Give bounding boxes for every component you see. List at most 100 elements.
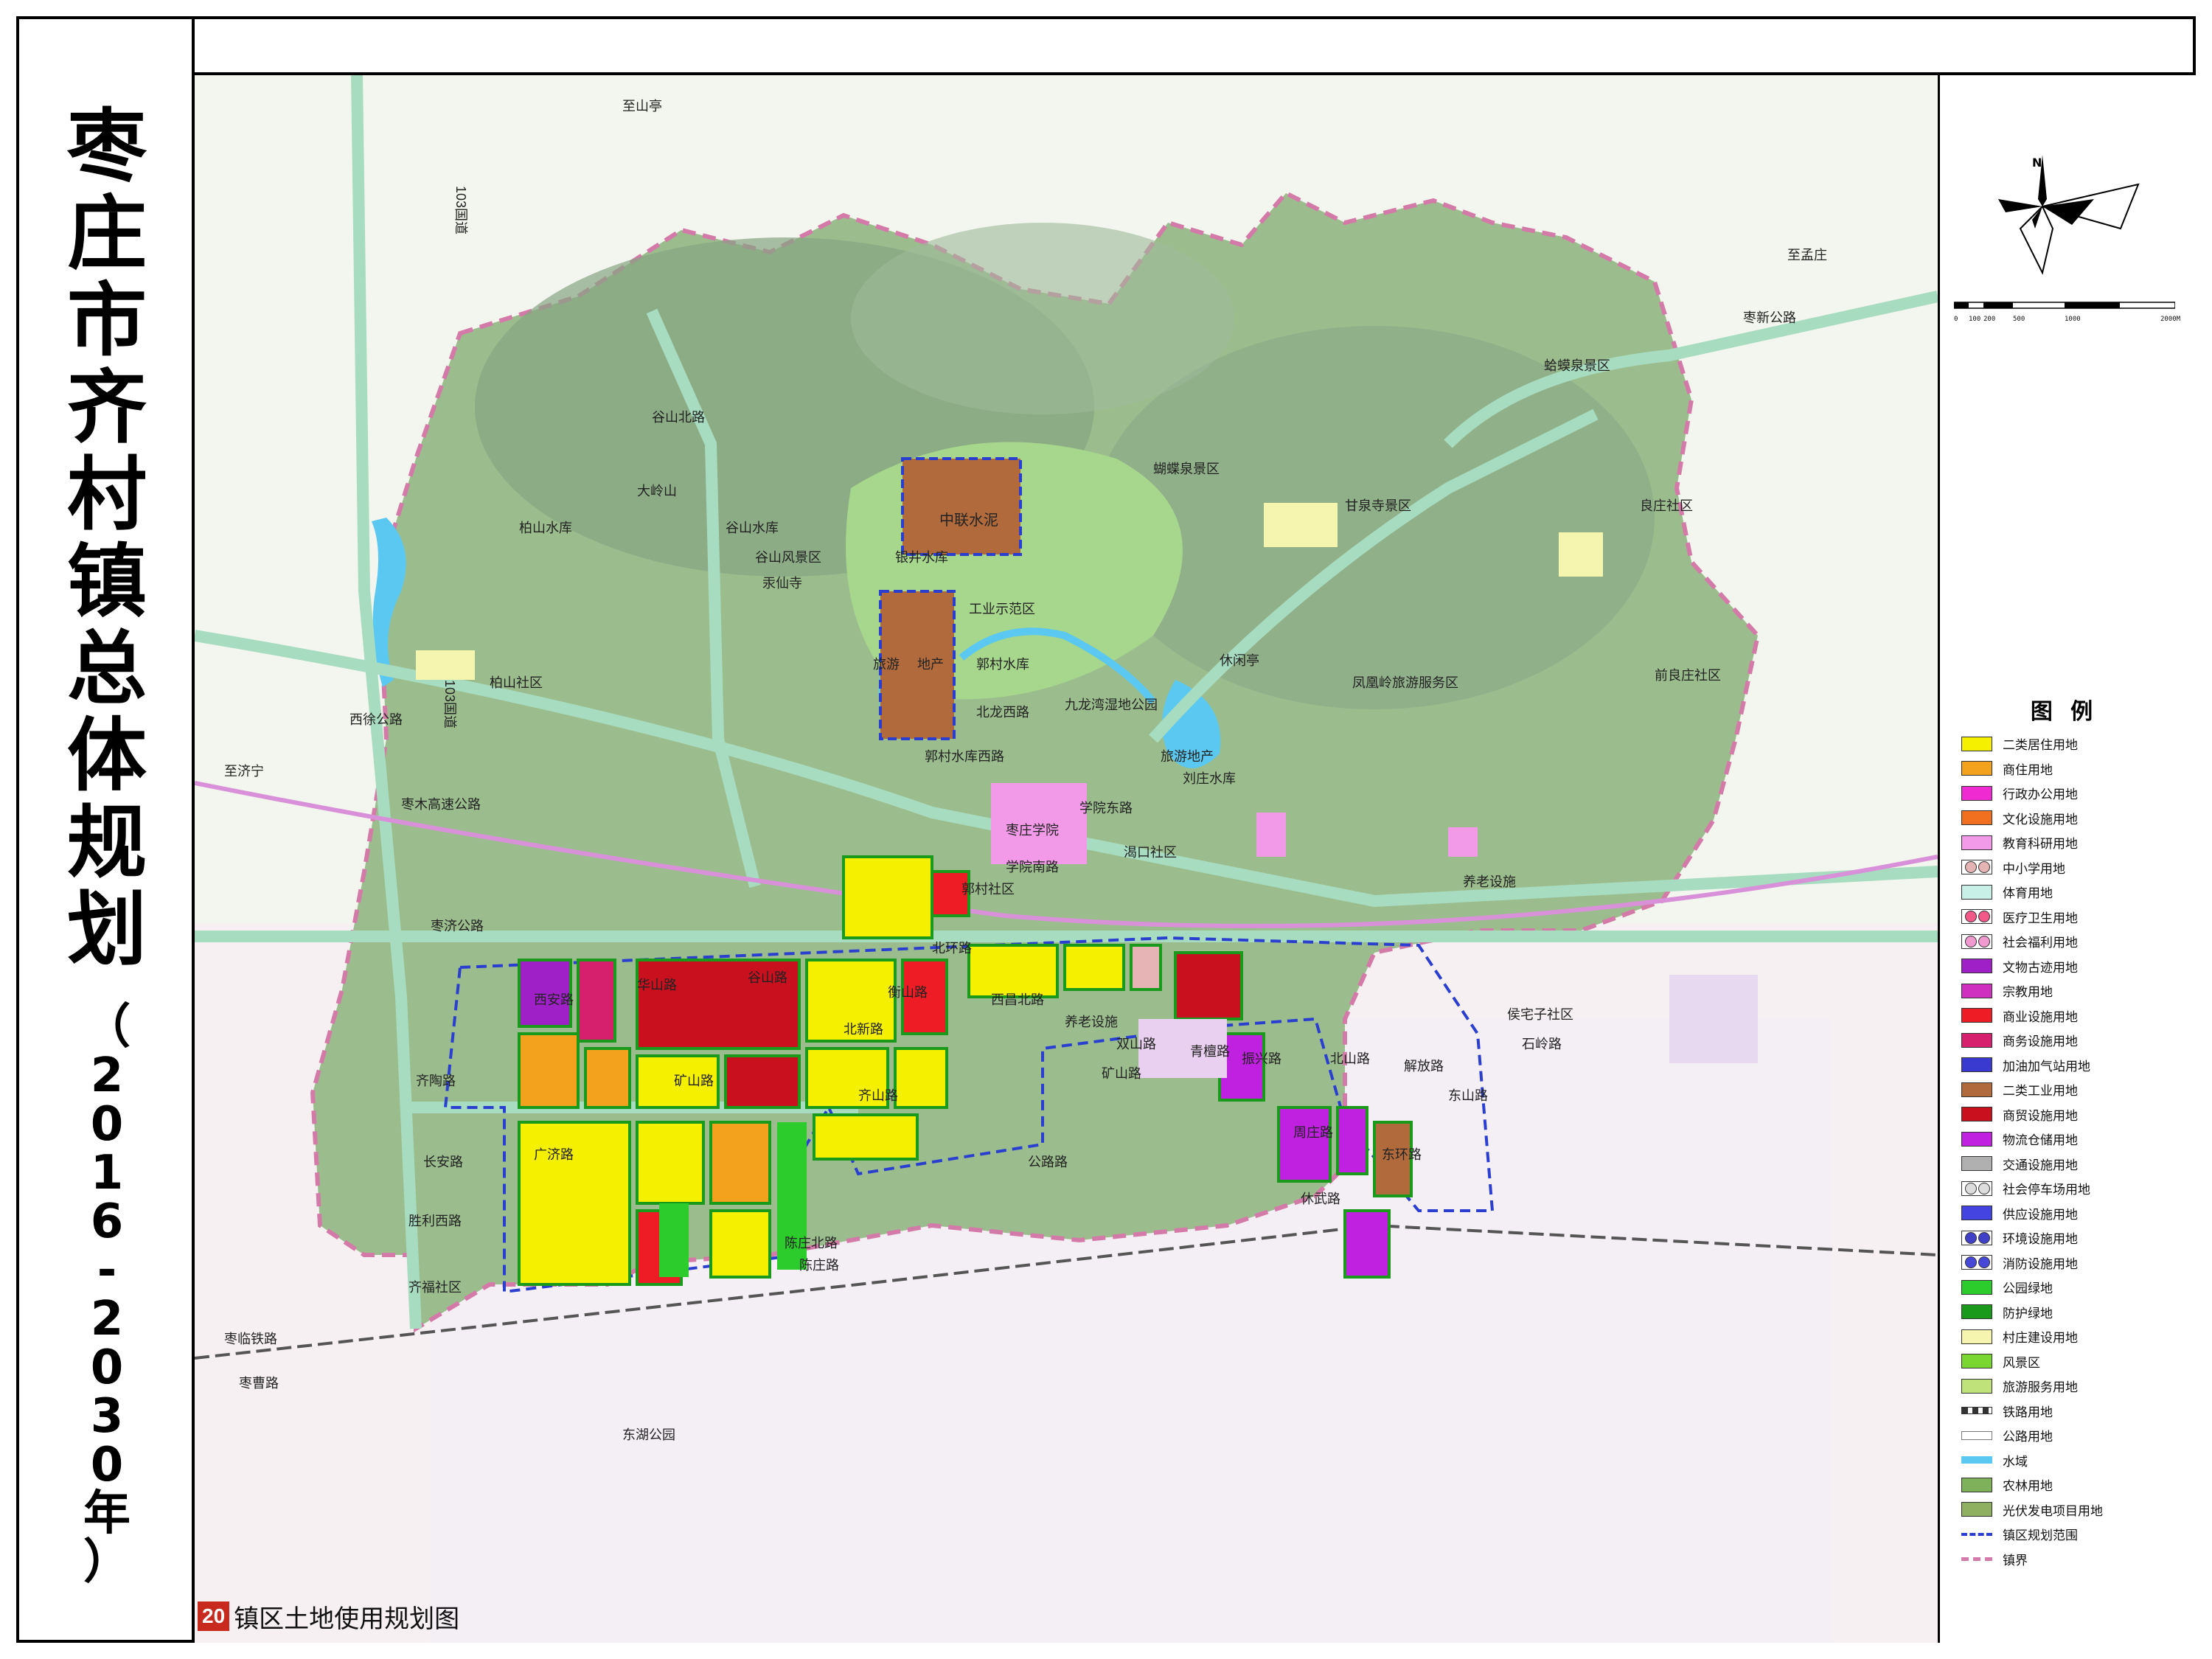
label-xianlu: 西安路	[534, 992, 574, 1007]
label-gongyeshifan: 工业示范区	[969, 602, 1035, 616]
title-char: 庄	[66, 187, 147, 280]
label-hengshanlu: 衡山路	[888, 985, 928, 1000]
title-char: 总	[66, 622, 147, 715]
figure-title: 镇区土地使用规划图	[234, 1604, 460, 1633]
years-char: 6	[90, 1194, 124, 1249]
legend-item: 二类居住用地	[1961, 731, 2183, 757]
title-char: 镇	[66, 535, 147, 628]
legend-item: 行政办公用地	[1961, 781, 2183, 806]
legend-item: 医疗卫生用地	[1961, 905, 2183, 930]
legend-swatch	[1961, 1255, 1992, 1270]
label-qifushequ: 齐福社区	[408, 1280, 462, 1295]
label-shenglixilu: 胜利西路	[408, 1214, 462, 1228]
label-zhonglian: 中联水泥	[939, 512, 998, 529]
legend-item: 商贸设施用地	[1961, 1102, 2183, 1127]
land-use-map[interactable]: 至山亭 至孟庄 枣新公路 蛤蟆泉景区 谷山北路 大岭山 柏山水库 谷山水库 谷山…	[195, 75, 1938, 1643]
label-donghugongyuan: 东湖公园	[622, 1427, 675, 1442]
legend-label: 光伏发电项目用地	[2003, 1503, 2103, 1518]
label-chenzhuangbeilu: 陈庄北路	[785, 1236, 838, 1251]
legend-label: 物流仓储用地	[2003, 1133, 2078, 1148]
label-guocunshuiku: 郭村水库	[976, 657, 1029, 672]
label-lvyoudichan: 旅游地产	[1161, 749, 1214, 764]
top-band	[195, 16, 2196, 75]
label-fenghuangling: 凤凰岭旅游服务区	[1352, 675, 1458, 690]
label-baishanshuiku: 柏山水库	[519, 521, 572, 535]
legend-swatch	[1961, 860, 1992, 875]
label-zaoxin: 枣新公路	[1743, 310, 1796, 325]
label-yanglao: 养老设施	[1463, 874, 1516, 889]
label-changanlu: 长安路	[423, 1155, 463, 1169]
legend-swatch	[1961, 736, 1992, 751]
legend-label: 行政办公用地	[2003, 787, 2078, 802]
label-dongshanlu: 东山路	[1448, 1088, 1488, 1103]
years-char: 0	[90, 1340, 124, 1395]
label-shilinglu: 石岭路	[1522, 1037, 1562, 1051]
legend-label: 社会停车场用地	[2003, 1183, 2090, 1197]
scale-tick: 2000M	[2160, 316, 2181, 323]
legend-item: 镇区规划范围	[1961, 1522, 2183, 1547]
legend-label: 加油加气站用地	[2003, 1059, 2090, 1074]
legend-swatch	[1961, 1532, 1992, 1536]
legend-item: 公路用地	[1961, 1423, 2183, 1448]
legend-swatch	[1961, 1082, 1992, 1097]
legend-swatch	[1961, 1329, 1992, 1344]
label-zaozhuangxueyuan: 枣庄学院	[1006, 823, 1059, 838]
legend-item: 社会停车场用地	[1961, 1176, 2183, 1201]
legend-swatch	[1961, 810, 1992, 826]
legend-label: 交通设施用地	[2003, 1158, 2078, 1172]
years-char: ）	[83, 1535, 131, 1590]
legend-item: 文物古迹用地	[1961, 954, 2183, 979]
legend-item: 光伏发电项目用地	[1961, 1498, 2183, 1523]
years-char: 0	[90, 1438, 124, 1492]
label-zhishanting: 至山亭	[622, 99, 662, 114]
label-jiefanglu: 解放路	[1404, 1059, 1444, 1074]
label-dalingshan: 大岭山	[637, 484, 677, 498]
label-zaocaolu: 枣曹路	[239, 1376, 279, 1391]
label-zaojilu: 枣济公路	[431, 919, 484, 933]
legend-label: 商贸设施用地	[2003, 1108, 2078, 1123]
label-hamajinquan: 蛤蟆泉景区	[1544, 358, 1610, 373]
label-qitaolu: 齐陶路	[416, 1074, 456, 1088]
north-arrow: N	[1998, 155, 2140, 275]
legend-item: 中小学用地	[1961, 855, 2183, 880]
years-char: 2	[90, 1292, 124, 1346]
legend-label: 文物古迹用地	[2003, 960, 2078, 975]
legend-swatch	[1961, 884, 1992, 900]
legend-swatch	[1961, 1156, 1992, 1172]
legend-list: 二类居住用地 商住用地 行政办公用地 文化设施用地 教育科研用地 中小学用地 体育用地 医疗卫…	[1961, 731, 2183, 1571]
label-yanglaosheshi: 养老设施	[1065, 1015, 1118, 1029]
legend-label: 医疗卫生用地	[2003, 911, 2078, 925]
title-char: 齐	[66, 361, 147, 454]
label-xiuxianting: 休闲亭	[1220, 653, 1259, 668]
legend-item: 加油加气站用地	[1961, 1053, 2183, 1078]
legend-label: 商业设施用地	[2003, 1009, 2078, 1024]
legend-swatch	[1961, 1456, 1992, 1464]
legend-label: 水域	[2003, 1454, 2028, 1469]
label-kuangshanlu2: 矿山路	[1102, 1066, 1141, 1081]
legend-label: 中小学用地	[2003, 861, 2065, 876]
label-jiulongwan: 九龙湾湿地公园	[1065, 698, 1158, 712]
legend-item: 宗教用地	[1961, 978, 2183, 1004]
legend-swatch	[1961, 1430, 1992, 1440]
legend-swatch	[1961, 785, 1992, 801]
legend-swatch	[1961, 983, 1992, 998]
legend-label: 镇界	[2003, 1553, 2028, 1568]
legend-swatch	[1961, 1180, 1992, 1196]
label-zhenxinglu: 振兴路	[1242, 1051, 1281, 1066]
label-xueyuannanlu: 学院南路	[1006, 860, 1059, 874]
mountain-shade-3	[851, 223, 1234, 414]
legend-label: 教育科研用地	[2003, 837, 2078, 852]
legend-swatch	[1961, 1008, 1992, 1023]
legend-item: 物流仓储用地	[1961, 1127, 2183, 1152]
label-shuangshanlu: 双山路	[1116, 1037, 1156, 1051]
legend-swatch	[1961, 1557, 1992, 1561]
label-beishanlu: 北山路	[1330, 1051, 1370, 1066]
years-char: （	[83, 1000, 131, 1054]
legend-label: 社会福利用地	[2003, 936, 2078, 950]
legend-swatch	[1961, 1131, 1992, 1147]
legend-label: 二类工业用地	[2003, 1084, 2078, 1099]
years-char: -	[97, 1243, 117, 1298]
legend-label: 体育用地	[2003, 886, 2053, 901]
scale-tick: 200	[1983, 316, 1996, 323]
legend-swatch	[1961, 1230, 1992, 1245]
